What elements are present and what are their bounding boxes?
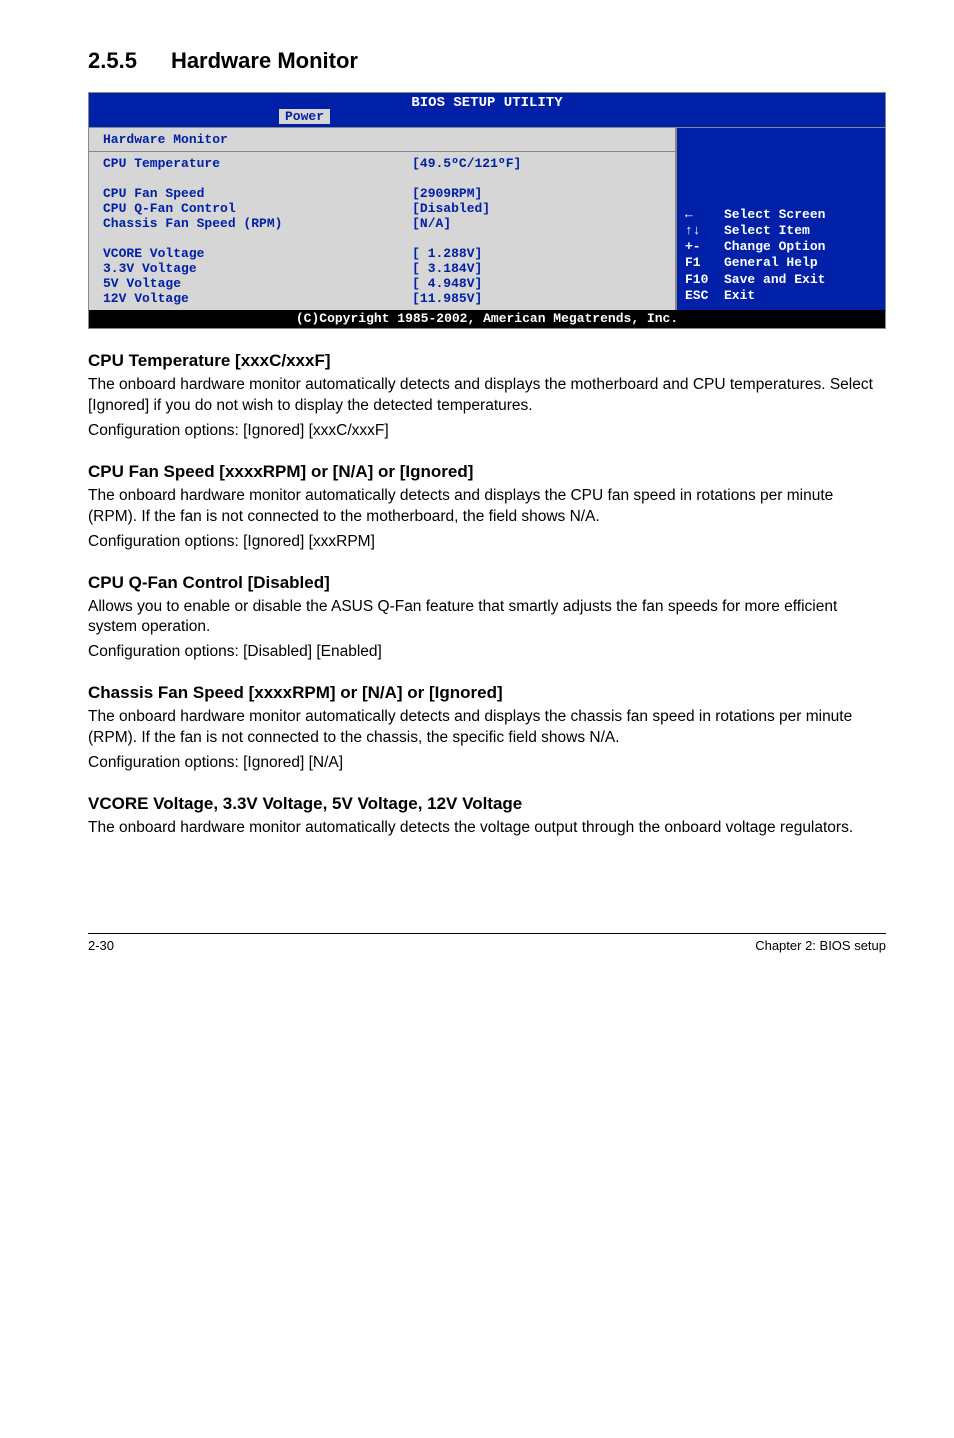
subsection-heading: VCORE Voltage, 3.3V Voltage, 5V Voltage,… (88, 794, 886, 814)
bios-help-panel: ← Select Screen↑↓ Select Item+- Change O… (677, 128, 885, 310)
subsection-heading: CPU Temperature [xxxC/xxxF] (88, 351, 886, 371)
body-paragraph: Configuration options: [Ignored] [xxxRPM… (88, 532, 886, 553)
bios-row: VCORE Voltage[ 1.288V] (103, 246, 665, 261)
section-number: 2.5.5 (88, 48, 137, 73)
bios-row-label: 5V Voltage (103, 276, 412, 291)
bios-tab-power: Power (279, 109, 330, 124)
body-paragraph: Configuration options: [Ignored] [xxxC/x… (88, 421, 886, 442)
bios-row-value: [2909RPM] (412, 186, 665, 201)
bios-row-label (103, 171, 412, 186)
bios-row-value: [N/A] (412, 216, 665, 231)
body-paragraph: Configuration options: [Ignored] [N/A] (88, 753, 886, 774)
section-title: Hardware Monitor (171, 48, 358, 73)
bios-help-row: ↑↓ Select Item (685, 223, 877, 239)
bios-panel-title: Hardware Monitor (103, 132, 665, 147)
subsection-heading: CPU Q-Fan Control [Disabled] (88, 573, 886, 593)
bios-row: CPU Fan Speed[2909RPM] (103, 186, 665, 201)
bios-row (103, 171, 665, 186)
bios-help-row: ← Select Screen (685, 207, 877, 223)
bios-row-label: CPU Temperature (103, 156, 412, 171)
body-paragraph: The onboard hardware monitor automatical… (88, 375, 886, 417)
subsection-heading: CPU Fan Speed [xxxxRPM] or [N/A] or [Ign… (88, 462, 886, 482)
body-paragraph: The onboard hardware monitor automatical… (88, 486, 886, 528)
bios-screenshot: BIOS SETUP UTILITY Power Hardware Monito… (88, 92, 886, 329)
bios-row-value: [ 1.288V] (412, 246, 665, 261)
bios-row-label: 3.3V Voltage (103, 261, 412, 276)
bios-main-panel: Hardware Monitor CPU Temperature[49.5ºC/… (89, 128, 677, 310)
bios-row-value: [49.5ºC/121ºF] (412, 156, 665, 171)
bios-row-value: [ 4.948V] (412, 276, 665, 291)
body-paragraph: Configuration options: [Disabled] [Enabl… (88, 642, 886, 663)
body-paragraph: The onboard hardware monitor automatical… (88, 818, 886, 839)
bios-row: 3.3V Voltage[ 3.184V] (103, 261, 665, 276)
bios-row: CPU Temperature[49.5ºC/121ºF] (103, 156, 665, 171)
bios-settings-table: CPU Temperature[49.5ºC/121ºF] CPU Fan Sp… (103, 156, 665, 306)
bios-titlebar: BIOS SETUP UTILITY Power (89, 93, 885, 127)
bios-help-row: F10 Save and Exit (685, 272, 877, 288)
bios-row: 12V Voltage[11.985V] (103, 291, 665, 306)
bios-row-value (412, 231, 665, 246)
body-paragraph: The onboard hardware monitor automatical… (88, 707, 886, 749)
bios-title: BIOS SETUP UTILITY (89, 95, 885, 111)
bios-row-value: [Disabled] (412, 201, 665, 216)
bios-row-label: 12V Voltage (103, 291, 412, 306)
bios-row: CPU Q-Fan Control[Disabled] (103, 201, 665, 216)
page-number: 2-30 (88, 938, 114, 953)
page-footer: 2-30 Chapter 2: BIOS setup (88, 933, 886, 953)
section-heading: 2.5.5 Hardware Monitor (88, 48, 886, 74)
bios-row-value (412, 171, 665, 186)
bios-row-value: [11.985V] (412, 291, 665, 306)
bios-copyright: (C)Copyright 1985-2002, American Megatre… (89, 310, 885, 328)
body-paragraph: Allows you to enable or disable the ASUS… (88, 597, 886, 639)
bios-row-label: Chassis Fan Speed (RPM) (103, 216, 412, 231)
bios-row-label: CPU Q-Fan Control (103, 201, 412, 216)
bios-row-label (103, 231, 412, 246)
subsection-heading: Chassis Fan Speed [xxxxRPM] or [N/A] or … (88, 683, 886, 703)
bios-row-value: [ 3.184V] (412, 261, 665, 276)
bios-help-row: F1 General Help (685, 255, 877, 271)
chapter-label: Chapter 2: BIOS setup (755, 938, 886, 953)
bios-row-label: CPU Fan Speed (103, 186, 412, 201)
bios-row-label: VCORE Voltage (103, 246, 412, 261)
bios-row: 5V Voltage[ 4.948V] (103, 276, 665, 291)
bios-help-row: +- Change Option (685, 239, 877, 255)
bios-help-row: ESC Exit (685, 288, 877, 304)
bios-row (103, 231, 665, 246)
bios-row: Chassis Fan Speed (RPM)[N/A] (103, 216, 665, 231)
